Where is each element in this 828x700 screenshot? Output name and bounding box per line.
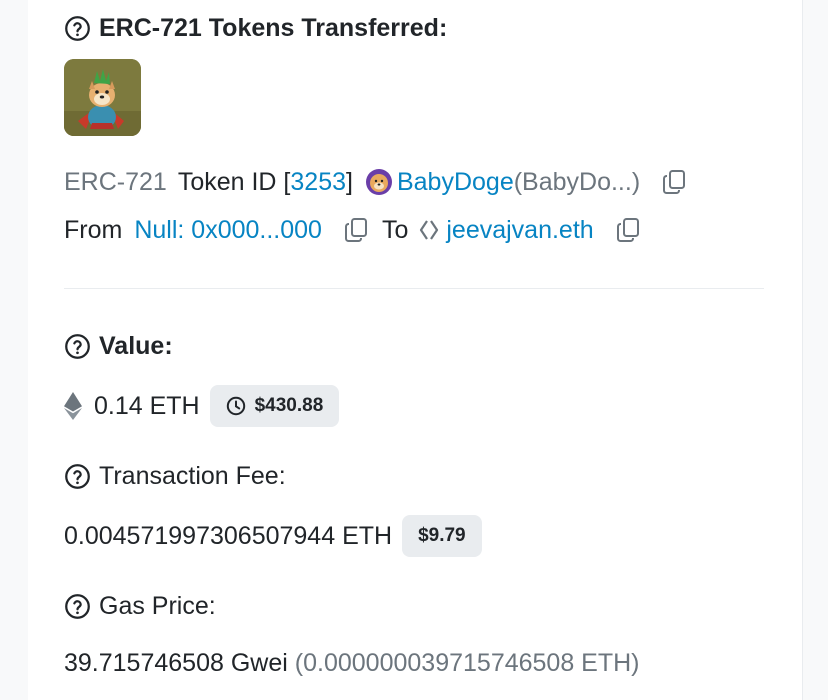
value-title: Value:	[99, 332, 173, 360]
fee-usd-badge: $9.79	[402, 515, 482, 557]
transaction-details-card: ERC-721 Tokens Transferred: ERC-721 Toke…	[28, 0, 803, 700]
fee-heading: Transaction Fee:	[64, 462, 286, 491]
collection-name-link[interactable]: BabyDoge	[397, 168, 514, 197]
baby-doge-nft-image	[64, 59, 141, 136]
help-icon[interactable]	[64, 463, 91, 490]
value-row: 0.14 ETH $430.88	[64, 384, 340, 428]
from-label: From	[64, 215, 123, 244]
help-icon[interactable]	[64, 333, 91, 360]
gas-gwei: 39.715746508 Gwei	[64, 648, 288, 677]
value-usd: $430.88	[254, 395, 324, 416]
copy-icon[interactable]	[616, 217, 640, 243]
value-usd-badge[interactable]: $430.88	[209, 385, 340, 427]
gas-heading: Gas Price:	[64, 592, 216, 621]
fee-amount: 0.004571997306507944 ETH	[64, 521, 393, 550]
gas-eth: (0.000000039715746508 ETH)	[294, 648, 640, 677]
gas-title: Gas Price:	[99, 592, 216, 620]
copy-icon[interactable]	[662, 169, 686, 195]
nft-from-to-row: From Null: 0x000...000 To jeevajvan.eth	[64, 214, 640, 246]
copy-icon[interactable]	[344, 217, 368, 243]
token-id-label: Token ID [	[177, 167, 291, 196]
fee-usd: $9.79	[418, 525, 466, 546]
nft-transfer-title: ERC-721 Tokens Transferred:	[99, 14, 448, 42]
fee-title: Transaction Fee:	[99, 462, 286, 490]
to-address-link[interactable]: jeevajvan.eth	[446, 216, 593, 245]
help-icon[interactable]	[64, 593, 91, 620]
token-id-close: ]	[346, 167, 353, 196]
nft-transfer-heading: ERC-721 Tokens Transferred:	[64, 14, 447, 43]
collection-symbol: (BabyDo...)	[513, 167, 641, 196]
gas-row: 39.715746508 Gwei (0.000000039715746508 …	[64, 645, 640, 681]
section-divider	[64, 288, 764, 289]
ens-icon	[420, 220, 439, 240]
nft-thumbnail[interactable]	[64, 59, 141, 136]
clock-icon	[226, 396, 245, 416]
token-standard: ERC-721	[64, 167, 167, 196]
ethereum-icon	[64, 392, 82, 420]
collection-avatar[interactable]	[365, 168, 393, 196]
token-id-link[interactable]: 3253	[290, 168, 346, 197]
nft-token-row: ERC-721 Token ID [ 3253 ] BabyDoge (Baby…	[64, 166, 686, 198]
help-icon[interactable]	[64, 15, 91, 42]
to-label: To	[381, 215, 409, 244]
baby-doge-token-icon	[365, 169, 392, 195]
value-amount: 0.14 ETH	[94, 391, 200, 420]
fee-row: 0.004571997306507944 ETH $9.79	[64, 514, 482, 558]
from-address-link[interactable]: Null: 0x000...000	[134, 216, 322, 245]
value-heading: Value:	[64, 332, 173, 361]
